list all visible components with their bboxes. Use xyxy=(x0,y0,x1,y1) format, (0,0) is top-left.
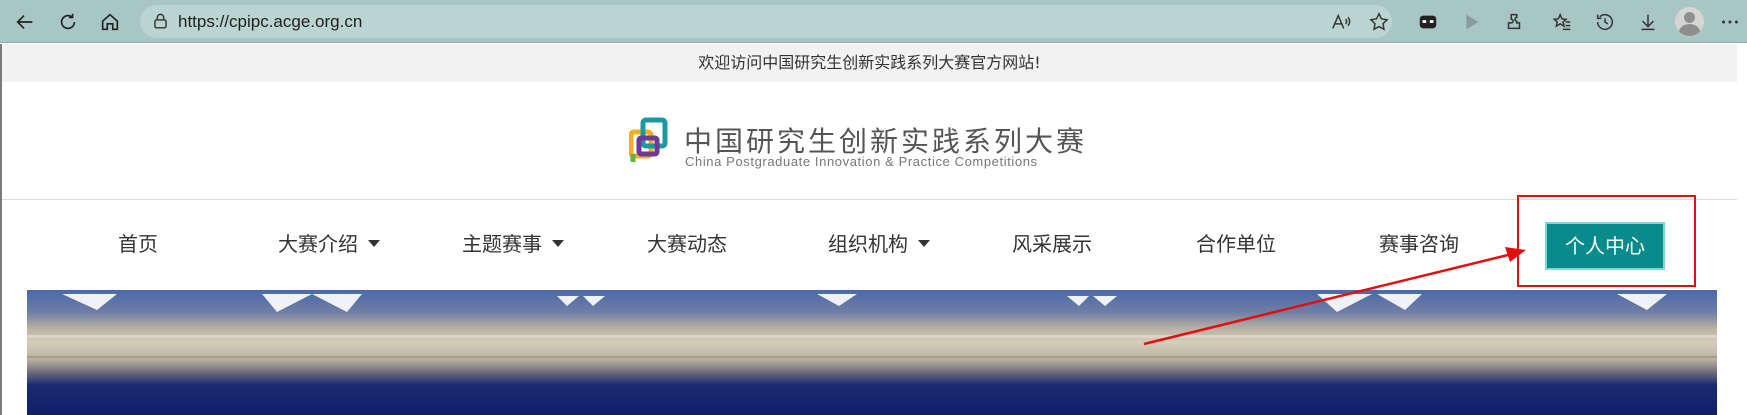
browser-toolbar: https://cpipc.acge.org.cn xyxy=(0,0,1747,43)
hero-banner xyxy=(27,290,1717,415)
favorites-icon[interactable] xyxy=(1548,8,1576,36)
nav-item-label: 赛事咨询 xyxy=(1379,232,1459,256)
site-logo[interactable]: 中国研究生创新实践系列大赛 China Postgraduate Innovat… xyxy=(629,114,1099,174)
star-icon[interactable] xyxy=(1365,8,1393,36)
download-icon[interactable] xyxy=(1634,8,1662,36)
caret-down-icon xyxy=(368,240,380,247)
nav-item-about[interactable]: 大赛介绍 xyxy=(278,228,380,257)
nav-item-partners[interactable]: 合作单位 xyxy=(1196,228,1276,257)
extension-icon[interactable] xyxy=(1414,8,1442,36)
nav-item-label: 组织机构 xyxy=(828,232,908,256)
web-page: 欢迎访问中国研究生创新实践系列大赛官方网站! 中国研究生创新实践系列大赛 Chi… xyxy=(0,44,1747,415)
play-icon[interactable] xyxy=(1457,8,1485,36)
nav-item-news[interactable]: 大赛动态 xyxy=(647,228,727,257)
read-aloud-icon[interactable] xyxy=(1327,8,1355,36)
banner-lights-image xyxy=(27,294,1717,358)
main-nav: 首页 大赛介绍 主题赛事 大赛动态 组织机构 风采展示 合作单位 赛事咨询 xyxy=(2,220,1737,266)
nav-item-label: 首页 xyxy=(118,232,158,256)
caret-down-icon xyxy=(552,240,564,247)
nav-item-themes[interactable]: 主题赛事 xyxy=(462,228,564,257)
nav-item-home[interactable]: 首页 xyxy=(118,228,158,257)
refresh-icon[interactable] xyxy=(53,7,83,37)
nav-item-label: 主题赛事 xyxy=(462,232,542,256)
nav-item-showcase[interactable]: 风采展示 xyxy=(1012,228,1092,257)
more-icon[interactable] xyxy=(1716,8,1744,36)
header-divider xyxy=(2,199,1737,200)
nav-item-label: 风采展示 xyxy=(1012,232,1092,256)
logo-mark-icon xyxy=(629,117,668,162)
profile-avatar-icon[interactable] xyxy=(1675,7,1704,36)
puzzle-icon[interactable] xyxy=(1500,8,1528,36)
nav-item-organization[interactable]: 组织机构 xyxy=(828,228,930,257)
home-icon[interactable] xyxy=(95,7,125,37)
address-bar[interactable]: https://cpipc.acge.org.cn xyxy=(140,5,1392,38)
history-icon[interactable] xyxy=(1591,8,1619,36)
nav-item-consulting[interactable]: 赛事咨询 xyxy=(1379,228,1459,257)
welcome-banner: 欢迎访问中国研究生创新实践系列大赛官方网站! xyxy=(2,44,1737,82)
logo-title-en: China Postgraduate Innovation & Practice… xyxy=(685,154,1038,169)
nav-item-label: 大赛动态 xyxy=(647,232,727,256)
personal-center-button[interactable]: 个人中心 xyxy=(1545,222,1665,270)
back-arrow-icon[interactable] xyxy=(10,7,40,37)
nav-item-label: 大赛介绍 xyxy=(278,232,358,256)
nav-item-label: 合作单位 xyxy=(1196,232,1276,256)
url-text[interactable]: https://cpipc.acge.org.cn xyxy=(178,12,362,32)
lock-icon[interactable] xyxy=(151,12,170,31)
caret-down-icon xyxy=(918,240,930,247)
